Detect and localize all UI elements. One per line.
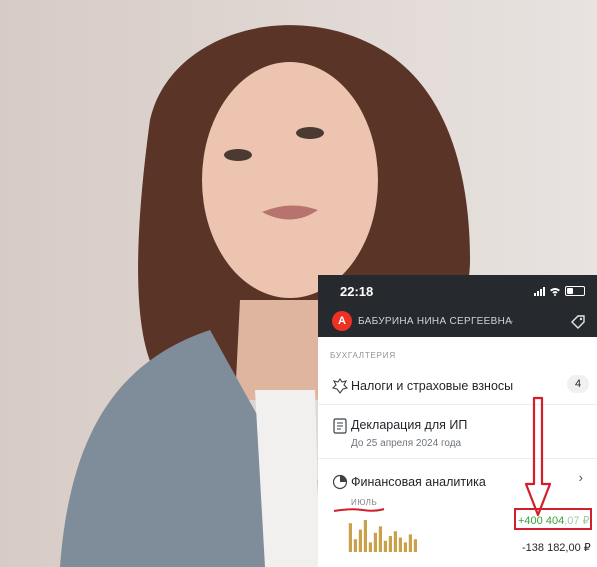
month-bar [408,534,412,552]
month-bar [348,523,352,552]
month-bar [363,520,367,552]
tag-icon[interactable] [569,313,587,331]
status-icons [534,286,585,296]
signal-icon [534,286,545,296]
taxes-title: Налоги и страховые взносы [351,379,514,393]
status-bar: 22:18 [318,275,597,307]
declaration-title: Декларация для ИП [351,418,468,432]
financial-analytics-item[interactable]: Финансовая аналитика › ИЮЛЬ +400 404,07 … [318,466,597,567]
chevron-down-icon: ⌄ [507,315,515,325]
month-bar [393,531,397,552]
section-label: БУХГАЛТЕРИЯ [330,351,396,360]
count-badge: 4 [567,375,589,393]
pie-chart-icon [332,474,348,490]
status-time: 22:18 [340,284,374,299]
month-label: ИЮЛЬ [351,498,378,507]
emblem-icon [331,378,349,394]
wifi-icon [550,287,560,296]
battery-icon [565,286,585,296]
month-bar [373,532,377,552]
declaration-deadline: До 25 апреля 2024 года [351,438,462,449]
chevron-right-icon[interactable]: › [579,470,583,485]
month-bar [383,540,387,552]
document-icon [333,418,347,434]
month-bar [413,539,417,552]
declaration-item[interactable]: Декларация для ИП До 25 апреля 2024 года [318,406,597,459]
month-bar [398,537,402,552]
account-switcher[interactable]: А БАБУРИНА НИНА СЕРГЕЕВНА ⌄ [318,307,597,337]
account-name: БАБУРИНА НИНА СЕРГЕЕВНА [358,316,513,327]
income-cents: ,07 ₽ [564,515,590,527]
month-bar [388,536,392,552]
month-bar [403,542,407,552]
banking-app-screenshot: 22:18 А БАБУРИНА НИНА СЕРГЕЕВНА ⌄ БУХГАЛ… [318,275,597,567]
month-bar [358,529,362,552]
month-bar [368,542,372,552]
analytics-title: Финансовая аналитика [351,475,486,489]
red-arrow-annotation [524,396,552,517]
expense-value: -138 182,00 ₽ [522,542,591,554]
month-bar [378,526,382,552]
taxes-item[interactable]: Налоги и страховые взносы 4 [318,368,597,405]
red-underline-annotation [333,508,385,512]
month-bars-chart [348,520,417,552]
alfa-bank-logo: А [332,311,352,331]
month-bar [353,539,357,552]
